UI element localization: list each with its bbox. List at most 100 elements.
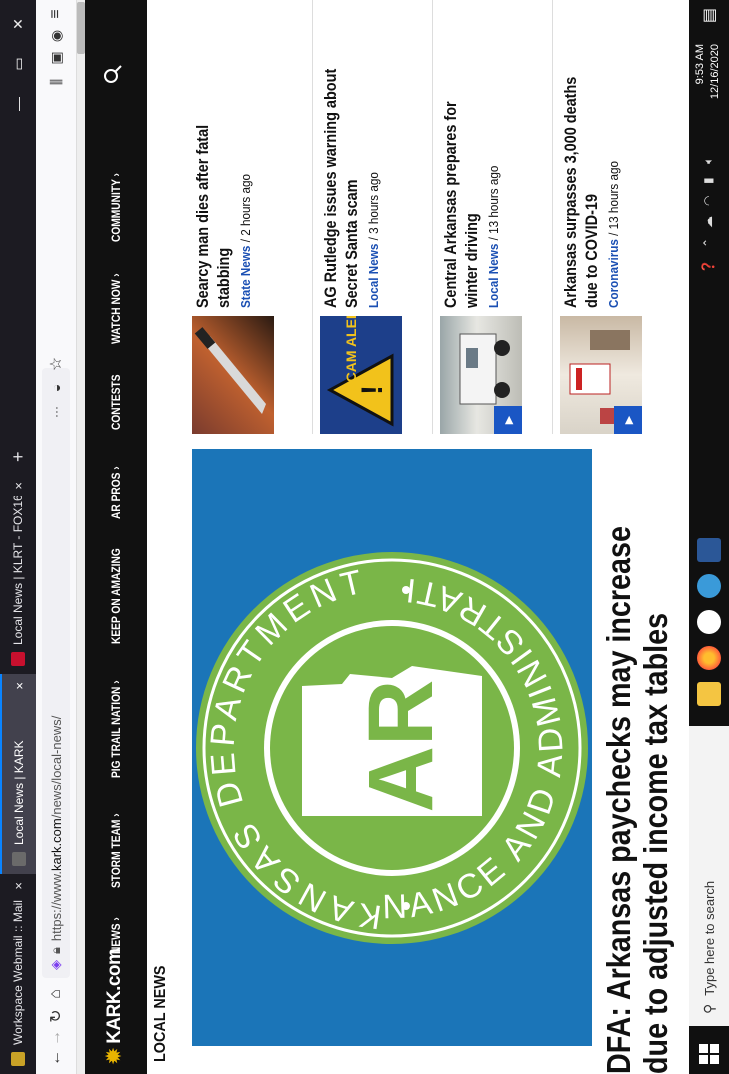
taskbar-search-placeholder: Type here to search: [701, 880, 717, 996]
story-thumbnail[interactable]: [192, 316, 274, 434]
account-icon[interactable]: ◉: [44, 24, 68, 48]
story-meta: Local News / 3 hours ago: [366, 172, 381, 308]
minimize-icon[interactable]: —: [0, 84, 36, 124]
story-item[interactable]: ! SCAM ALERT AG Rutledge issues warning a…: [320, 0, 440, 434]
tab-webmail[interactable]: Workspace Webmail :: Mail Inb ×: [0, 874, 36, 1074]
library-icon[interactable]: ⫼: [44, 70, 68, 94]
restore-icon[interactable]: ▭: [0, 44, 36, 84]
word-icon[interactable]: [697, 538, 721, 562]
url-bar[interactable]: ◈ 🔒︎ https://www. kark.com/news/local-new…: [42, 368, 70, 978]
section-title: LOCAL NEWS: [152, 965, 169, 1062]
battery-icon[interactable]: ▮: [701, 177, 715, 184]
kark-favicon: [12, 852, 26, 866]
story-title[interactable]: Arkansas surpasses 3,000 deaths due to C…: [560, 62, 602, 308]
chevron-up-icon[interactable]: ⌃: [701, 238, 715, 248]
system-clock[interactable]: 9:53 AM 12/16/2020: [693, 44, 723, 99]
dfa-seal: ARKANSAS DEPARTMENT OF FINANCE AND ADMIN…: [192, 552, 588, 1046]
close-window-icon[interactable]: ✕: [0, 4, 36, 44]
tab-kark[interactable]: Local News | KARK ×: [0, 674, 36, 874]
onedrive-icon[interactable]: ☁: [701, 216, 715, 228]
tab-title: Local News | KARK: [12, 740, 26, 846]
lock-icon: 🔒︎: [48, 947, 63, 954]
play-icon[interactable]: ▶: [494, 406, 522, 434]
sidebar-icon[interactable]: ▣: [44, 46, 68, 70]
story-item[interactable]: ▶ Central Arkansas prepares for winter d…: [440, 0, 560, 434]
site-logo[interactable]: ✹ KARK.com: [103, 949, 126, 1064]
file-explorer-icon[interactable]: [697, 682, 721, 706]
story-title[interactable]: Central Arkansas prepares for winter dri…: [440, 62, 482, 308]
story-thumbnail[interactable]: ▶: [560, 316, 642, 434]
webmail-favicon: [11, 1052, 25, 1066]
nbc-peacock-icon: ✹: [104, 1048, 125, 1064]
url-domain: kark.com: [48, 818, 64, 871]
nav-storm-team[interactable]: STORM TEAM ›: [109, 813, 123, 888]
fox16-favicon: [11, 652, 25, 666]
nav-pig-trail-nation[interactable]: PIG TRAIL NATION ›: [109, 680, 123, 778]
hero-headline[interactable]: DFA: Arkansas paychecks may increase due…: [600, 517, 674, 1074]
firefox-icon[interactable]: [697, 646, 721, 670]
tab-close-icon[interactable]: ×: [11, 882, 26, 890]
play-icon[interactable]: ▶: [614, 406, 642, 434]
story-thumbnail[interactable]: ▶: [440, 316, 522, 434]
wifi-icon[interactable]: ◠: [701, 196, 715, 206]
browser-tab-bar: Workspace Webmail :: Mail Inb × Local Ne…: [0, 0, 36, 1074]
story-title[interactable]: Searcy man dies after fatal stabbing: [192, 62, 234, 308]
home-icon[interactable]: ⌂: [44, 982, 68, 1006]
tab-title: Workspace Webmail :: Mail Inb: [11, 895, 25, 1045]
scrollbar-thumb[interactable]: [77, 2, 85, 54]
pocket-icon[interactable]: ◒: [44, 376, 68, 400]
story-item[interactable]: ▶ Arkansas surpasses 3,000 deaths due to…: [560, 0, 680, 434]
divider: [432, 0, 433, 434]
story-item[interactable]: Searcy man dies after fatal stabbing Sta…: [192, 0, 312, 434]
bookmark-star-icon[interactable]: ☆: [44, 352, 68, 376]
taskbar-search-input[interactable]: ⚲ Type here to search: [689, 726, 729, 1026]
story-time: / 2 hours ago: [238, 174, 253, 246]
rotated-screen: Workspace Webmail :: Mail Inb × Local Ne…: [0, 0, 729, 1074]
tab-close-icon[interactable]: ×: [12, 682, 27, 690]
browser-icon[interactable]: [697, 574, 721, 598]
url-path: /news/local-news/: [48, 715, 64, 819]
shield-icon: ◈: [48, 960, 63, 970]
hero-image[interactable]: ARKANSAS DEPARTMENT OF FINANCE AND ADMIN…: [192, 449, 592, 1046]
search-icon[interactable]: [103, 64, 129, 84]
nav-contests[interactable]: CONTESTS: [109, 374, 123, 430]
forward-icon[interactable]: →: [44, 1026, 68, 1050]
story-category[interactable]: Local News: [486, 244, 501, 308]
volume-icon[interactable]: 🔈︎: [701, 157, 716, 164]
story-category[interactable]: Coronavirus: [606, 239, 621, 308]
svg-text:!: !: [356, 385, 389, 395]
nav-community[interactable]: COMMUNITY ›: [109, 173, 123, 242]
seal-badge: AR: [350, 680, 452, 813]
nav-ar-pros[interactable]: AR PROS ›: [109, 466, 123, 519]
divider: [552, 0, 553, 434]
search-icon: ⚲: [700, 1003, 717, 1014]
reload-icon[interactable]: ↻: [44, 1004, 68, 1028]
nav-news[interactable]: NEWS ›: [109, 917, 123, 954]
divider: [312, 0, 313, 434]
story-meta: Coronavirus / 13 hours ago: [606, 161, 621, 308]
menu-icon[interactable]: ≡: [44, 2, 68, 26]
clock-date: 12/16/2020: [709, 44, 721, 100]
nav-keep-on-amazing[interactable]: KEEP ON AMAZING: [109, 548, 123, 644]
clock-time: 9:53 AM: [694, 44, 706, 85]
page-actions-icon[interactable]: ···: [44, 400, 68, 424]
tab-close-icon[interactable]: ×: [11, 482, 26, 490]
notifications-icon[interactable]: ▤: [699, 8, 719, 23]
horizontal-scrollbar[interactable]: [77, 0, 85, 1074]
story-time: / 13 hours ago: [486, 165, 501, 244]
windows-taskbar: ⚲ Type here to search ❓ ⌃ ☁ ◠ ▮ 🔈︎ 9:53 …: [689, 0, 729, 1074]
scam-alert-text: SCAM ALERT: [343, 316, 359, 392]
help-icon[interactable]: ❓: [701, 259, 715, 274]
nav-watch-now[interactable]: WATCH NOW ›: [109, 273, 123, 344]
chrome-like-icon[interactable]: [697, 610, 721, 634]
tab-fox16[interactable]: Local News | KLRT - FOX16.com ×: [0, 474, 36, 674]
story-time: / 3 hours ago: [366, 172, 381, 244]
browser-nav-bar: ← → ↻ ⌂ ◈ 🔒︎ https://www. kark.com/news/l…: [36, 0, 77, 1074]
story-title[interactable]: AG Rutledge issues warning about Secret …: [320, 62, 362, 308]
story-category[interactable]: State News: [238, 246, 253, 308]
new-tab-button[interactable]: +: [0, 440, 36, 470]
url-prefix: https://www.: [48, 871, 64, 942]
story-thumbnail[interactable]: ! SCAM ALERT: [320, 316, 402, 434]
story-category[interactable]: Local News: [366, 244, 381, 308]
windows-start-icon[interactable]: [699, 1044, 719, 1064]
